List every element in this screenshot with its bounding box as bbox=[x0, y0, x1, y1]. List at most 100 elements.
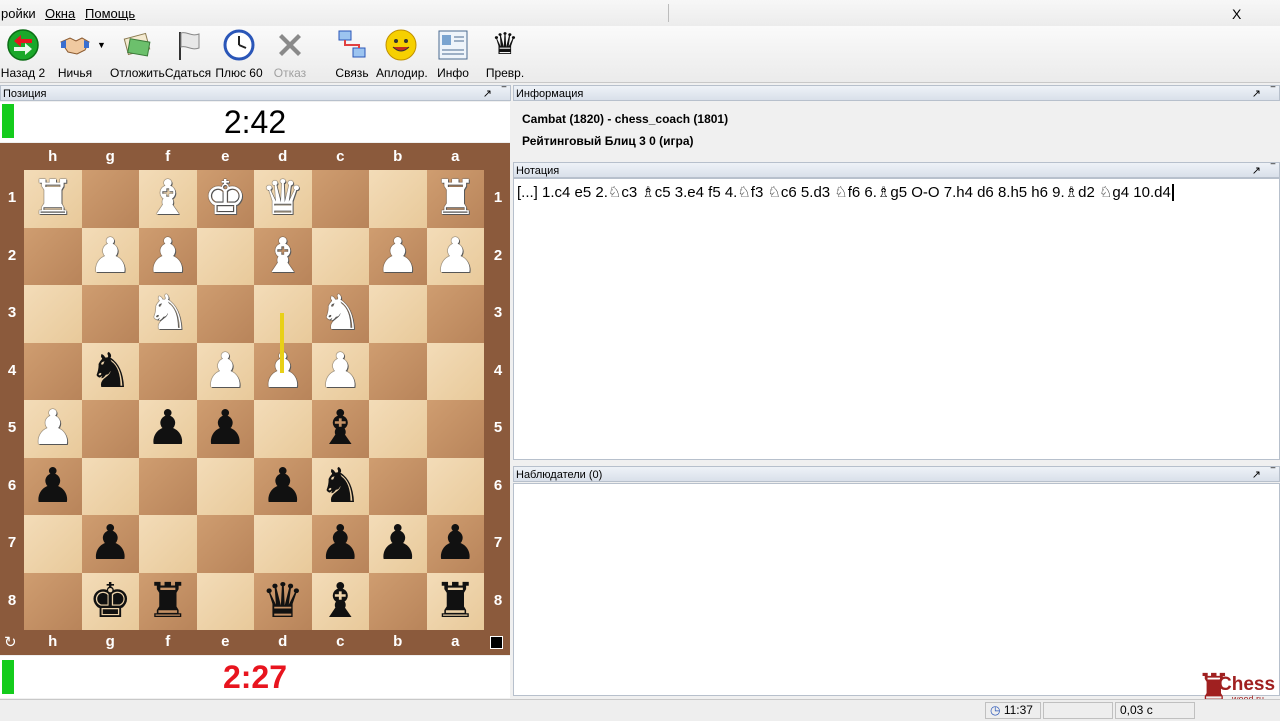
window-close-button[interactable]: X bbox=[1232, 6, 1241, 22]
observers-list[interactable] bbox=[513, 483, 1280, 696]
adjourn-button[interactable]: Отложить bbox=[110, 26, 165, 82]
bottom-clock-row: 2:27 bbox=[0, 656, 510, 698]
board-square-e7[interactable] bbox=[196, 515, 254, 573]
black-pawn-icon[interactable]: ♟ bbox=[197, 400, 255, 458]
board-square-a4[interactable] bbox=[426, 342, 484, 400]
board-square-f4[interactable] bbox=[139, 342, 197, 400]
promote-button[interactable]: ♛ Превр. bbox=[484, 26, 526, 82]
board-square-b6[interactable] bbox=[369, 457, 427, 515]
board-square-g5[interactable] bbox=[81, 400, 139, 458]
white-rook-icon[interactable]: ♜ bbox=[427, 170, 485, 228]
white-rook-icon[interactable]: ♜ bbox=[24, 170, 82, 228]
pin-icon[interactable]: ↗ bbox=[483, 86, 492, 102]
board-square-b8[interactable] bbox=[369, 572, 427, 630]
back-button[interactable]: Назад 2 bbox=[0, 26, 46, 82]
board-square-b1[interactable] bbox=[369, 170, 427, 228]
white-king-icon[interactable]: ♚ bbox=[197, 170, 255, 228]
black-pawn-icon[interactable]: ♟ bbox=[82, 515, 140, 573]
minimize-icon[interactable]: ‾ bbox=[1271, 161, 1275, 177]
board-square-g1[interactable] bbox=[81, 170, 139, 228]
white-bishop-icon[interactable]: ♝ bbox=[254, 228, 312, 286]
black-pawn-icon[interactable]: ♟ bbox=[24, 458, 82, 516]
minimize-icon[interactable]: ‾ bbox=[1271, 84, 1275, 100]
board-square-d5[interactable] bbox=[254, 400, 312, 458]
white-queen-icon[interactable]: ♛ bbox=[254, 170, 312, 228]
black-bishop-icon[interactable]: ♝ bbox=[312, 400, 370, 458]
white-pawn-icon[interactable]: ♟ bbox=[312, 343, 370, 401]
decline-button[interactable]: Отказ bbox=[268, 26, 312, 82]
board-square-f6[interactable] bbox=[139, 457, 197, 515]
menu-settings[interactable]: ройки bbox=[1, 6, 36, 21]
board-square-h7[interactable] bbox=[24, 515, 82, 573]
cross-icon bbox=[279, 34, 301, 56]
white-pawn-icon[interactable]: ♟ bbox=[139, 228, 197, 286]
black-knight-icon[interactable]: ♞ bbox=[82, 343, 140, 401]
black-rook-icon[interactable]: ♜ bbox=[139, 573, 197, 631]
board-square-c1[interactable] bbox=[311, 170, 369, 228]
board-square-b3[interactable] bbox=[369, 285, 427, 343]
board-square-e8[interactable] bbox=[196, 572, 254, 630]
board-square-e2[interactable] bbox=[196, 227, 254, 285]
pin-icon[interactable]: ↗ bbox=[1252, 163, 1261, 179]
board-square-h3[interactable] bbox=[24, 285, 82, 343]
white-pawn-icon[interactable]: ♟ bbox=[82, 228, 140, 286]
menu-windows-label: Окна bbox=[45, 6, 76, 21]
minimize-icon[interactable]: ‾ bbox=[1271, 465, 1275, 481]
top-clock-row: 2:42 bbox=[0, 102, 510, 142]
connection-button[interactable]: Связь bbox=[330, 26, 374, 82]
pin-icon[interactable]: ↗ bbox=[1252, 467, 1261, 483]
notation-panel-title: Нотация bbox=[516, 165, 560, 177]
notation-area[interactable] bbox=[513, 178, 1280, 460]
black-bishop-icon[interactable]: ♝ bbox=[312, 573, 370, 631]
white-pawn-icon[interactable]: ♟ bbox=[369, 228, 427, 286]
draw-dropdown-icon[interactable]: ▼ bbox=[97, 40, 106, 50]
rank-label-left: 1 bbox=[7, 189, 17, 206]
file-label-bottom: h bbox=[48, 633, 58, 650]
resign-button[interactable]: Сдаться bbox=[164, 26, 212, 82]
rank-label-right: 5 bbox=[493, 419, 503, 436]
draw-button[interactable]: ▼ Ничья bbox=[52, 26, 106, 82]
black-king-icon[interactable]: ♚ bbox=[82, 573, 140, 631]
black-pawn-icon[interactable]: ♟ bbox=[369, 515, 427, 573]
board-square-b4[interactable] bbox=[369, 342, 427, 400]
board-square-a6[interactable] bbox=[426, 457, 484, 515]
applause-button[interactable]: Аплодир. bbox=[376, 26, 428, 82]
plus60-button[interactable]: Плюс 60 bbox=[214, 26, 264, 82]
flip-board-icon[interactable]: ↻ bbox=[4, 633, 17, 651]
black-rook-icon[interactable]: ♜ bbox=[427, 573, 485, 631]
board-square-b5[interactable] bbox=[369, 400, 427, 458]
board-square-g6[interactable] bbox=[81, 457, 139, 515]
white-knight-icon[interactable]: ♞ bbox=[139, 285, 197, 343]
board-square-d7[interactable] bbox=[254, 515, 312, 573]
menu-windows[interactable]: Окна bbox=[45, 6, 75, 21]
black-knight-icon[interactable]: ♞ bbox=[312, 458, 370, 516]
white-knight-icon[interactable]: ♞ bbox=[312, 285, 370, 343]
board-square-f7[interactable] bbox=[139, 515, 197, 573]
pin-icon[interactable]: ↗ bbox=[1252, 86, 1261, 102]
board-square-a5[interactable] bbox=[426, 400, 484, 458]
file-label-bottom: f bbox=[165, 633, 171, 650]
white-pawn-icon[interactable]: ♟ bbox=[427, 228, 485, 286]
minimize-icon[interactable]: ‾ bbox=[502, 84, 506, 100]
rank-label-left: 4 bbox=[7, 361, 17, 379]
black-pawn-icon[interactable]: ♟ bbox=[139, 400, 197, 458]
board-square-g3[interactable] bbox=[81, 285, 139, 343]
board-square-e3[interactable] bbox=[196, 285, 254, 343]
info-button[interactable]: Инфо bbox=[432, 26, 474, 82]
black-pawn-icon[interactable]: ♟ bbox=[312, 515, 370, 573]
menu-help[interactable]: Помощь bbox=[85, 6, 135, 21]
file-label-top: g bbox=[105, 148, 115, 165]
board-square-h2[interactable] bbox=[24, 227, 82, 285]
board-square-a3[interactable] bbox=[426, 285, 484, 343]
white-pawn-icon[interactable]: ♟ bbox=[24, 400, 82, 458]
white-bishop-icon[interactable]: ♝ bbox=[139, 170, 197, 228]
black-pawn-icon[interactable]: ♟ bbox=[254, 458, 312, 516]
white-pawn-icon[interactable]: ♟ bbox=[197, 343, 255, 401]
back-button-label: Назад 2 bbox=[0, 66, 46, 80]
board-square-h8[interactable] bbox=[24, 572, 82, 630]
board-square-e6[interactable] bbox=[196, 457, 254, 515]
black-queen-icon[interactable]: ♛ bbox=[254, 573, 312, 631]
board-square-c2[interactable] bbox=[311, 227, 369, 285]
black-pawn-icon[interactable]: ♟ bbox=[427, 515, 485, 573]
board-square-h4[interactable] bbox=[24, 342, 82, 400]
